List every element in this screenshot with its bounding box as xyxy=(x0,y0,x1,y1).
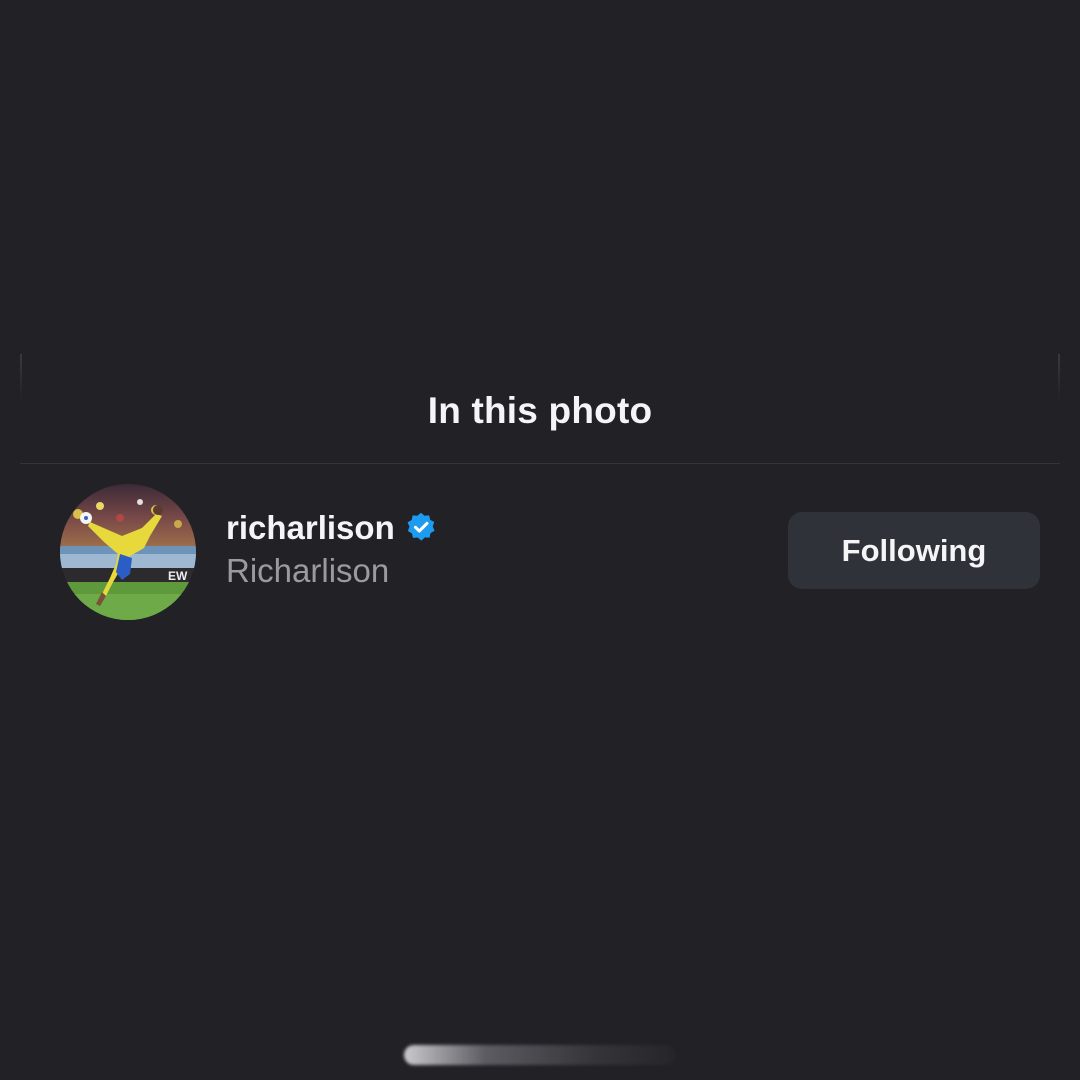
username[interactable]: richarlison xyxy=(226,509,395,547)
sheet-title: In this photo xyxy=(427,390,653,431)
avatar-photo: EW xyxy=(60,484,196,620)
tagged-people-sheet: In this photo EW richarlison Richarlison… xyxy=(20,354,1060,654)
divider xyxy=(20,463,1060,464)
full-name: Richarlison xyxy=(226,552,390,589)
home-indicator[interactable] xyxy=(404,1045,676,1065)
avatar[interactable]: EW xyxy=(60,484,196,620)
following-button[interactable]: Following xyxy=(788,512,1040,589)
username-line: richarlison xyxy=(226,506,438,550)
tagged-person-row[interactable]: EW richarlison Richarlison Following xyxy=(60,484,1040,620)
verified-badge-icon xyxy=(407,512,435,541)
screen: In this photo EW richarlison Richarlison… xyxy=(0,0,1080,1080)
name-block: richarlison Richarlison xyxy=(226,506,438,590)
svg-text:EW: EW xyxy=(168,569,188,583)
